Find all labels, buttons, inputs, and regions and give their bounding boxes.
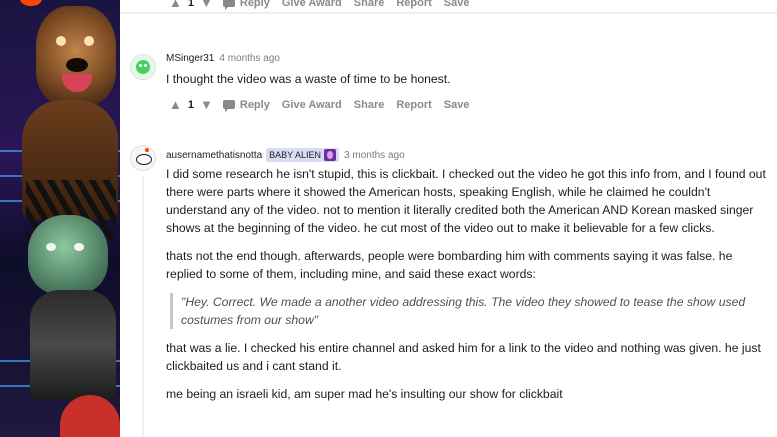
username-link[interactable]: ausernamethatisnotta xyxy=(166,150,262,161)
username-link[interactable]: MSinger31 xyxy=(166,53,214,64)
reply-icon xyxy=(222,0,235,10)
comment-body: I did some research he isn't stupid, thi… xyxy=(166,165,766,413)
dinosaur-costume-image xyxy=(28,215,108,295)
comment-paragraph: thats not the end though. afterwards, pe… xyxy=(166,249,733,281)
reddit-logo-icon xyxy=(20,0,42,6)
comment-text: I thought the video was a waste of time … xyxy=(166,72,451,86)
avatar[interactable] xyxy=(130,54,156,80)
comments-section: ▲ 1 ▼ Reply Give Award Share Report Save… xyxy=(120,0,777,437)
reply-button[interactable]: Reply xyxy=(222,0,270,10)
divider xyxy=(120,12,777,14)
comment-meta: MSinger31 4 months ago xyxy=(166,53,280,64)
give-award-button[interactable]: Give Award xyxy=(282,0,342,9)
timestamp[interactable]: 4 months ago xyxy=(219,53,280,64)
vote-count: 1 xyxy=(187,98,194,111)
give-award-button[interactable]: Give Award xyxy=(282,99,342,111)
comment-body: I thought the video was a waste of time … xyxy=(166,70,766,98)
save-button[interactable]: Save xyxy=(444,0,470,9)
vote-count: 1 xyxy=(187,0,194,9)
report-button[interactable]: Report xyxy=(396,99,431,111)
thread-line[interactable] xyxy=(142,176,144,437)
timestamp[interactable]: 3 months ago xyxy=(344,150,405,161)
reply-icon xyxy=(222,100,235,112)
comment-paragraph: I did some research he isn't stupid, thi… xyxy=(166,167,766,235)
upvote-icon[interactable]: ▲ xyxy=(169,98,182,111)
comment-paragraph: me being an israeli kid, am super mad he… xyxy=(166,387,563,401)
save-button[interactable]: Save xyxy=(444,99,470,111)
comment-actions: ▲ 1 ▼ Reply Give Award Share Report Save xyxy=(169,98,482,112)
upvote-icon[interactable]: ▲ xyxy=(169,0,182,9)
downvote-icon[interactable]: ▼ xyxy=(200,0,213,9)
banner-image xyxy=(0,0,120,437)
share-button[interactable]: Share xyxy=(354,0,385,9)
dog-costume-image xyxy=(36,6,116,106)
share-button[interactable]: Share xyxy=(354,99,385,111)
comment-meta: ausernamethatisnotta BABY ALIEN 3 months… xyxy=(166,148,405,162)
parent-comment-actions: ▲ 1 ▼ Reply Give Award Share Report Save xyxy=(169,0,482,10)
report-button[interactable]: Report xyxy=(396,0,431,9)
downvote-icon[interactable]: ▼ xyxy=(200,98,213,111)
comment-paragraph: that was a lie. I checked his entire cha… xyxy=(166,341,761,373)
blockquote: "Hey. Correct. We made a another video a… xyxy=(170,293,766,329)
user-flair: BABY ALIEN xyxy=(266,148,340,162)
flair-label: BABY ALIEN xyxy=(269,150,322,160)
alien-icon xyxy=(324,149,337,161)
reply-button[interactable]: Reply xyxy=(222,99,270,112)
avatar[interactable] xyxy=(130,145,156,171)
